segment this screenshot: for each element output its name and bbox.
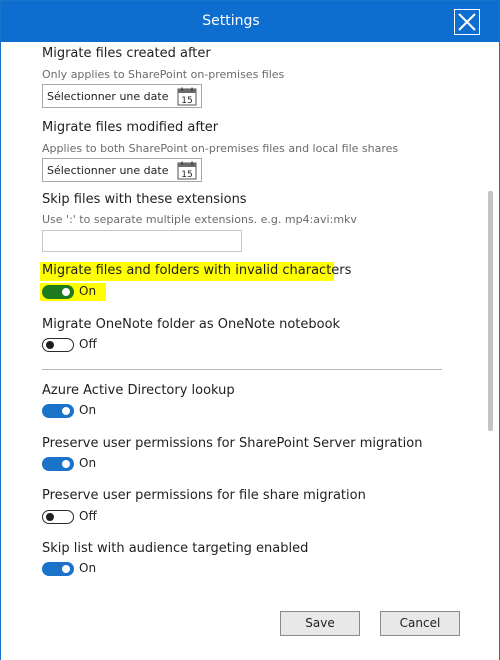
toggle-knob [62,460,70,468]
onenote-label: Migrate OneNote folder as OneNote notebo… [42,317,341,332]
aad-lookup-toggle[interactable] [42,404,74,418]
modified-after-hint: Applies to both SharePoint on-premises f… [42,142,399,155]
aad-lookup-label: Azure Active Directory lookup [42,383,235,398]
modified-after-label: Migrate files modified after [42,120,219,135]
fs-permissions-state: Off [79,509,97,523]
cancel-button[interactable]: Cancel [380,611,460,636]
dialog-footer: Save Cancel [1,588,499,660]
onenote-toggle[interactable] [42,338,74,352]
modified-after-date-placeholder: Sélectionner une date [47,164,169,177]
invalid-chars-label: Migrate files and folders with invalid c… [42,263,352,278]
calendar-icon[interactable]: 15 [177,87,197,106]
skip-extensions-input[interactable] [42,230,242,252]
toggle-knob [46,340,54,349]
svg-text:15: 15 [181,170,192,180]
modified-after-date-picker[interactable]: Sélectionner une date 15 [42,158,202,182]
created-after-date-picker[interactable]: Sélectionner une date 15 [42,84,202,108]
created-after-date-placeholder: Sélectionner une date [47,90,169,103]
close-button[interactable] [454,9,480,35]
toggle-knob [62,565,70,573]
save-button[interactable]: Save [280,611,360,636]
toggle-knob [46,512,54,521]
sp-permissions-state: On [79,456,97,470]
created-after-hint: Only applies to SharePoint on-premises f… [42,68,285,81]
sp-permissions-toggle[interactable] [42,457,74,471]
toggle-knob [62,407,70,415]
sp-permissions-label: Preserve user permissions for SharePoint… [42,436,423,451]
fs-permissions-toggle[interactable] [42,510,74,524]
aad-lookup-state: On [79,403,97,417]
dialog-title: Settings [202,13,260,29]
invalid-chars-toggle[interactable] [42,285,74,299]
vertical-scrollbar[interactable] [488,191,493,431]
audience-targeting-toggle[interactable] [42,562,74,576]
audience-targeting-label: Skip list with audience targeting enable… [42,541,309,556]
created-after-label: Migrate files created after [42,46,211,61]
invalid-chars-state: On [79,284,97,298]
settings-content: Migrate files created after Only applies… [1,42,488,588]
toggle-knob [62,288,70,296]
calendar-icon[interactable]: 15 [177,161,197,180]
onenote-state: Off [79,337,97,351]
title-bar: Settings [1,1,499,42]
settings-dialog: Settings Migrate files created after Onl… [0,0,500,660]
close-icon [458,13,476,31]
audience-targeting-state: On [79,561,97,575]
svg-text:15: 15 [181,96,192,106]
skip-extensions-hint: Use ':' to separate multiple extensions.… [42,213,357,226]
fs-permissions-label: Preserve user permissions for file share… [42,488,366,503]
skip-extensions-label: Skip files with these extensions [42,192,247,207]
section-divider [42,369,442,370]
